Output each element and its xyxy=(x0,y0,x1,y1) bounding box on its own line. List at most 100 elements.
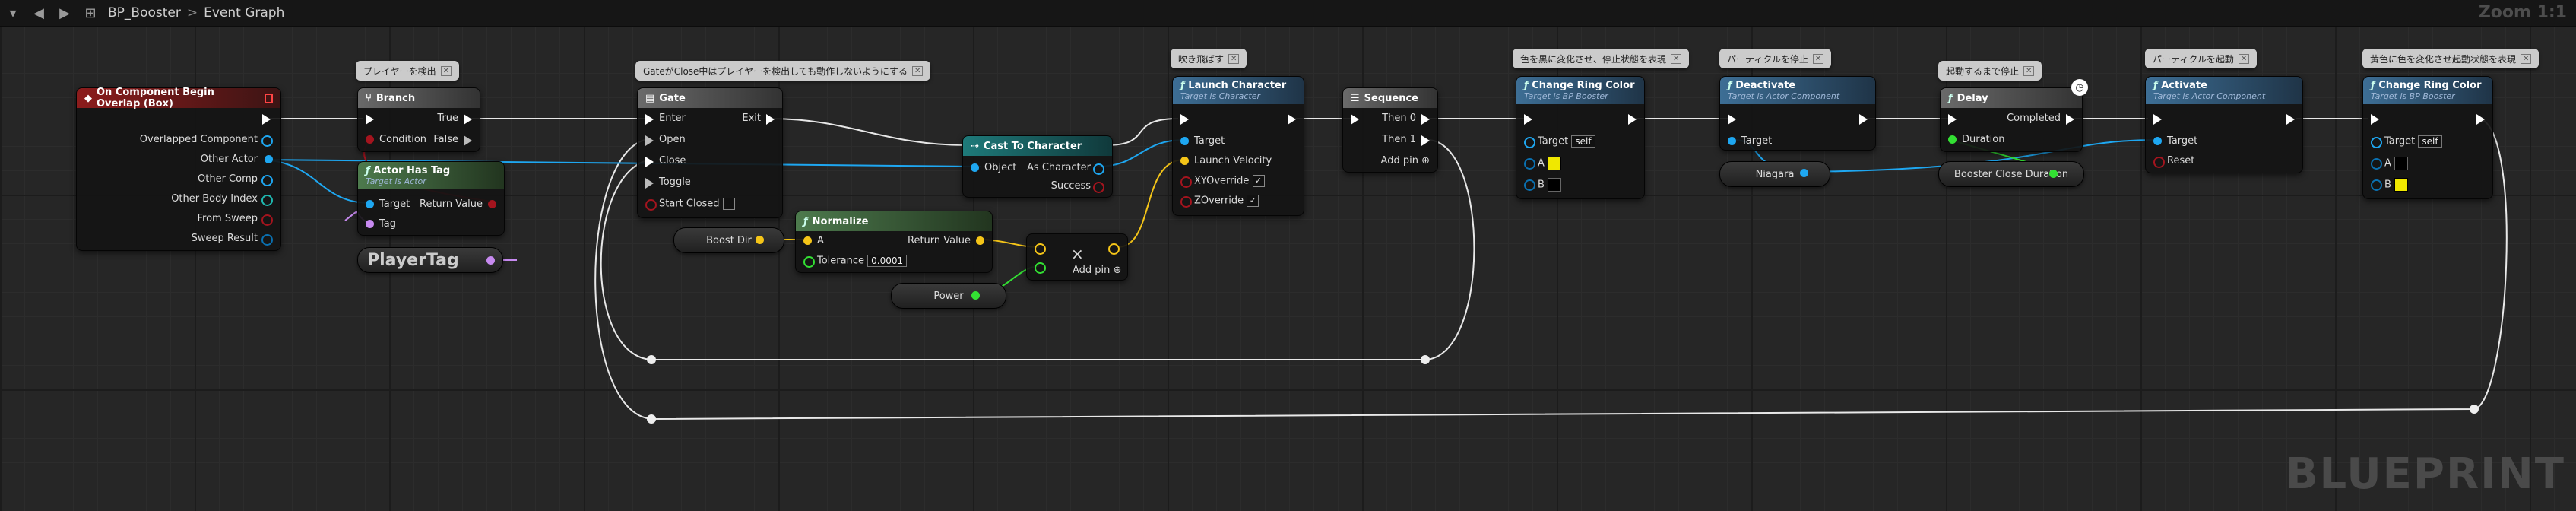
deactivate-node[interactable]: ƒ Deactivate Target is Actor Component Ta… xyxy=(1719,76,1876,151)
pin-from-sweep[interactable] xyxy=(261,214,273,226)
pin-niagara-out[interactable] xyxy=(1800,169,1808,177)
multiply-node[interactable]: × Add pin ⊕ xyxy=(1026,233,1128,281)
comment-close-icon[interactable]: ✕ xyxy=(2521,53,2532,64)
pin-a[interactable] xyxy=(803,236,812,245)
branch-node[interactable]: ⑂ Branch Condition True False xyxy=(357,87,480,152)
xy-override-checkbox[interactable]: ✓ xyxy=(1252,175,1265,187)
color-b-swatch[interactable] xyxy=(2394,178,2409,192)
pin-other-actor[interactable] xyxy=(265,155,273,163)
exec-out-pin[interactable] xyxy=(1288,114,1296,125)
exec-enter-pin[interactable] xyxy=(645,114,654,125)
pin-success[interactable] xyxy=(1093,182,1104,193)
comment-activate[interactable]: パーティクルを起動 ✕ xyxy=(2145,49,2258,68)
breadcrumb-graph[interactable]: Event Graph xyxy=(204,5,284,21)
pin-mult-a[interactable] xyxy=(1035,243,1046,255)
exec-in-pin[interactable] xyxy=(1180,114,1189,125)
comment-deactivate[interactable]: パーティクルを停止 ✕ xyxy=(1719,49,1832,68)
exec-completed-pin[interactable] xyxy=(2066,114,2074,125)
z-override-checkbox[interactable]: ✓ xyxy=(1247,195,1259,207)
exec-in-pin[interactable] xyxy=(1948,114,1957,125)
comment-gate[interactable]: GateがClose中はプレイヤーを検出しても動作しないようにする ✕ xyxy=(635,61,931,81)
comment-close-icon[interactable]: ✕ xyxy=(912,65,924,76)
cast-to-character-node[interactable]: ⇢ Cast To Character Object As Character S… xyxy=(962,135,1113,198)
change-ring-color-node-2[interactable]: ƒ Change Ring Color Target is BP Booster … xyxy=(2362,76,2493,199)
pin-as-character[interactable] xyxy=(1093,163,1104,175)
comment-close-icon[interactable]: ✕ xyxy=(1812,53,1824,64)
hierarchy-icon[interactable]: ⊞ xyxy=(78,5,103,21)
exec-in-pin[interactable] xyxy=(1351,114,1359,125)
change-ring-color-node-1[interactable]: ƒ Change Ring Color Target is BP Booster … xyxy=(1516,76,1645,199)
exec-close-pin[interactable] xyxy=(645,157,654,167)
pin-overlapped-component[interactable] xyxy=(261,135,273,147)
exec-then-1-pin[interactable] xyxy=(1421,135,1430,146)
normalize-node[interactable]: ƒ Normalize A Tolerance 0.0001 Return Val… xyxy=(795,211,993,273)
blueprint-menu-icon[interactable]: ▾ xyxy=(0,5,26,21)
pin-player-tag-out[interactable] xyxy=(486,256,495,265)
pin-other-comp[interactable] xyxy=(261,175,273,186)
pin-target[interactable] xyxy=(1524,137,1535,148)
pin-tolerance[interactable] xyxy=(803,256,815,268)
pin-power-out[interactable] xyxy=(971,291,980,300)
event-node-begin-overlap[interactable]: ◆ On Component Begin Overlap (Box) Overla… xyxy=(76,87,281,251)
exec-in-pin[interactable] xyxy=(2371,114,2379,125)
variable-player-tag[interactable]: PlayerTag xyxy=(357,247,503,273)
color-a-swatch[interactable] xyxy=(1548,157,1562,170)
variable-boost-dir[interactable]: Boost Dir xyxy=(673,227,784,253)
pin-z-override[interactable] xyxy=(1180,196,1192,208)
back-arrow-icon[interactable]: ◀ xyxy=(26,5,52,21)
gate-node[interactable]: ▤ Gate Enter Open Close Toggle Start Clos… xyxy=(637,87,783,218)
exec-open-pin[interactable] xyxy=(645,135,654,146)
exec-in-pin[interactable] xyxy=(1728,114,1736,125)
pin-booster-close-duration-out[interactable] xyxy=(2049,170,2058,178)
comment-close-icon[interactable]: ✕ xyxy=(1228,53,1240,64)
exec-in-pin[interactable] xyxy=(1524,114,1532,125)
reroute-node[interactable] xyxy=(647,355,656,364)
pin-target[interactable] xyxy=(366,200,374,208)
target-self-value[interactable]: self xyxy=(1571,135,1595,148)
delay-node[interactable]: ƒ Delay ◷ Completed Duration xyxy=(1940,79,2088,152)
exec-in-pin[interactable] xyxy=(2153,114,2162,125)
pin-start-closed[interactable] xyxy=(645,199,657,211)
exec-out-pin[interactable] xyxy=(2476,114,2485,125)
pin-return-value[interactable] xyxy=(488,200,496,208)
add-pin-row[interactable]: Add pin ⊕ xyxy=(1381,155,1430,167)
forward-arrow-icon[interactable]: ▶ xyxy=(52,5,78,21)
exec-false-pin[interactable] xyxy=(464,135,472,146)
exec-out-pin[interactable] xyxy=(1628,114,1637,125)
pin-mult-b[interactable] xyxy=(1035,262,1046,274)
variable-power[interactable]: Power xyxy=(891,283,1006,309)
color-a-swatch[interactable] xyxy=(2394,157,2409,170)
comment-delay[interactable]: 起動するまで停止 ✕ xyxy=(1938,61,2042,81)
variable-niagara[interactable]: Niagara xyxy=(1719,161,1830,187)
add-pin-row[interactable]: Add pin ⊕ xyxy=(1073,265,1121,276)
tolerance-input[interactable]: 0.0001 xyxy=(867,255,908,267)
pin-mult-out[interactable] xyxy=(1108,243,1120,255)
sequence-node[interactable]: ☰ Sequence Then 0 Then 1 Add pin ⊕ xyxy=(1342,87,1438,173)
launch-character-node[interactable]: ƒ Launch Character Target is Character Ta… xyxy=(1172,76,1304,216)
pin-condition[interactable] xyxy=(366,135,374,144)
exec-out-pin[interactable] xyxy=(1859,114,1868,125)
comment-close-icon[interactable]: ✕ xyxy=(440,65,452,76)
comment-change2[interactable]: 黄色に色を変化させ起動状態を表現 ✕ xyxy=(2362,49,2540,68)
delegate-pin-icon[interactable] xyxy=(264,93,273,103)
exec-then-0-pin[interactable] xyxy=(1421,114,1430,125)
pin-target[interactable] xyxy=(2371,137,2382,148)
pin-return-value[interactable] xyxy=(976,236,984,245)
start-closed-checkbox[interactable] xyxy=(722,198,735,210)
pin-target[interactable] xyxy=(1180,137,1189,145)
reroute-node[interactable] xyxy=(647,414,656,424)
pin-launch-velocity[interactable] xyxy=(1180,157,1189,165)
reroute-node[interactable] xyxy=(1421,355,1430,364)
pin-other-body-index[interactable] xyxy=(261,195,273,206)
exec-out-pin[interactable] xyxy=(2286,114,2295,125)
pin-sweep-result[interactable] xyxy=(261,234,273,246)
pin-target[interactable] xyxy=(2153,137,2162,145)
comment-launch[interactable]: 吹き飛ばす ✕ xyxy=(1171,49,1247,68)
pin-reset[interactable] xyxy=(2153,157,2165,168)
exec-toggle-pin[interactable] xyxy=(645,178,654,189)
breadcrumb-asset[interactable]: BP_Booster xyxy=(108,5,181,21)
comment-branch[interactable]: プレイヤーを検出 ✕ xyxy=(356,61,460,81)
pin-duration[interactable] xyxy=(1948,135,1957,144)
comment-close-icon[interactable]: ✕ xyxy=(2023,65,2035,76)
color-b-swatch[interactable] xyxy=(1548,178,1562,192)
